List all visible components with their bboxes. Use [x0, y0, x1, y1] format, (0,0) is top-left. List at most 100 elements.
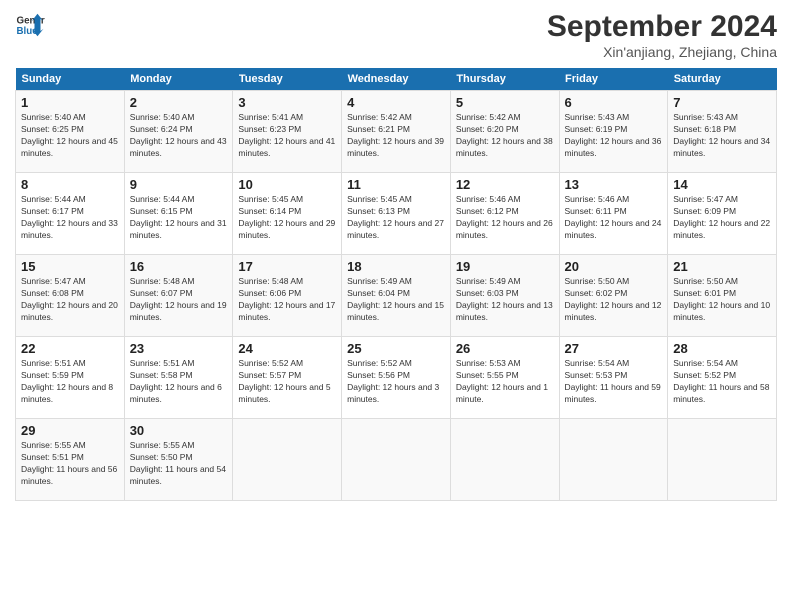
day-info: Sunrise: 5:45 AMSunset: 6:14 PMDaylight:…: [238, 194, 336, 242]
day-number: 19: [456, 259, 554, 274]
calendar-cell: 22 Sunrise: 5:51 AMSunset: 5:59 PMDayligh…: [16, 337, 125, 419]
day-number: 29: [21, 423, 119, 438]
calendar-cell: [342, 419, 451, 501]
header-thursday: Thursday: [450, 68, 559, 91]
header-wednesday: Wednesday: [342, 68, 451, 91]
header-sunday: Sunday: [16, 68, 125, 91]
header-saturday: Saturday: [668, 68, 777, 91]
day-number: 12: [456, 177, 554, 192]
day-number: 4: [347, 95, 445, 110]
header-monday: Monday: [124, 68, 233, 91]
calendar-cell: 20Sunrise: 5:50 AMSunset: 6:02 PMDayligh…: [559, 255, 668, 337]
header-tuesday: Tuesday: [233, 68, 342, 91]
location-subtitle: Xin'anjiang, Zhejiang, China: [547, 44, 777, 60]
calendar-week-4: 22 Sunrise: 5:51 AMSunset: 5:59 PMDayligh…: [16, 337, 777, 419]
day-number: 22: [21, 341, 119, 356]
day-number: 7: [673, 95, 771, 110]
day-number: 13: [565, 177, 663, 192]
day-info: Sunrise: 5:50 AMSunset: 6:01 PMDaylight:…: [673, 276, 771, 324]
day-info: Sunrise: 5:51 AMSunset: 5:58 PMDaylight:…: [130, 358, 228, 406]
day-info: Sunrise: 5:52 AMSunset: 5:57 PMDaylight:…: [238, 358, 336, 406]
day-number: 11: [347, 177, 445, 192]
day-number: 23: [130, 341, 228, 356]
day-info: Sunrise: 5:45 AMSunset: 6:13 PMDaylight:…: [347, 194, 445, 242]
day-info: Sunrise: 5:55 AMSunset: 5:50 PMDaylight:…: [130, 440, 228, 488]
day-number: 21: [673, 259, 771, 274]
day-number: 10: [238, 177, 336, 192]
day-number: 15: [21, 259, 119, 274]
calendar-cell: 28 Sunrise: 5:54 AMSunset: 5:52 PMDayligh…: [668, 337, 777, 419]
day-info: Sunrise: 5:40 AMSunset: 6:24 PMDaylight:…: [130, 112, 228, 160]
calendar-cell: [559, 419, 668, 501]
day-info: Sunrise: 5:46 AMSunset: 6:11 PMDaylight:…: [565, 194, 663, 242]
calendar-cell: 16 Sunrise: 5:48 AMSunset: 6:07 PMDayligh…: [124, 255, 233, 337]
day-number: 28: [673, 341, 771, 356]
day-info: Sunrise: 5:44 AMSunset: 6:15 PMDaylight:…: [130, 194, 228, 242]
day-info: Sunrise: 5:48 AMSunset: 6:07 PMDaylight:…: [130, 276, 228, 324]
day-number: 16: [130, 259, 228, 274]
day-number: 27: [565, 341, 663, 356]
calendar-cell: 23 Sunrise: 5:51 AMSunset: 5:58 PMDayligh…: [124, 337, 233, 419]
header-row: Sunday Monday Tuesday Wednesday Thursday…: [16, 68, 777, 91]
calendar-cell: 24 Sunrise: 5:52 AMSunset: 5:57 PMDayligh…: [233, 337, 342, 419]
day-number: 25: [347, 341, 445, 356]
day-info: Sunrise: 5:54 AMSunset: 5:53 PMDaylight:…: [565, 358, 663, 406]
calendar-week-5: 29Sunrise: 5:55 AMSunset: 5:51 PMDayligh…: [16, 419, 777, 501]
day-number: 9: [130, 177, 228, 192]
day-info: Sunrise: 5:43 AMSunset: 6:19 PMDaylight:…: [565, 112, 663, 160]
calendar-cell: 3 Sunrise: 5:41 AMSunset: 6:23 PMDaylight…: [233, 91, 342, 173]
day-number: 18: [347, 259, 445, 274]
day-info: Sunrise: 5:47 AMSunset: 6:09 PMDaylight:…: [673, 194, 771, 242]
calendar-cell: 8 Sunrise: 5:44 AMSunset: 6:17 PMDaylight…: [16, 173, 125, 255]
day-info: Sunrise: 5:40 AMSunset: 6:25 PMDaylight:…: [21, 112, 119, 160]
calendar-week-3: 15Sunrise: 5:47 AMSunset: 6:08 PMDayligh…: [16, 255, 777, 337]
logo: General Blue: [15, 10, 45, 40]
calendar-cell: 25Sunrise: 5:52 AMSunset: 5:56 PMDayligh…: [342, 337, 451, 419]
month-title: September 2024: [547, 10, 777, 44]
day-number: 6: [565, 95, 663, 110]
calendar-cell: 30 Sunrise: 5:55 AMSunset: 5:50 PMDayligh…: [124, 419, 233, 501]
calendar-cell: 10 Sunrise: 5:45 AMSunset: 6:14 PMDayligh…: [233, 173, 342, 255]
day-number: 8: [21, 177, 119, 192]
day-info: Sunrise: 5:51 AMSunset: 5:59 PMDaylight:…: [21, 358, 119, 406]
day-info: Sunrise: 5:43 AMSunset: 6:18 PMDaylight:…: [673, 112, 771, 160]
day-info: Sunrise: 5:48 AMSunset: 6:06 PMDaylight:…: [238, 276, 336, 324]
calendar-cell: [450, 419, 559, 501]
day-number: 1: [21, 95, 119, 110]
calendar-cell: 12 Sunrise: 5:46 AMSunset: 6:12 PMDayligh…: [450, 173, 559, 255]
calendar-cell: 27 Sunrise: 5:54 AMSunset: 5:53 PMDayligh…: [559, 337, 668, 419]
calendar-cell: 15Sunrise: 5:47 AMSunset: 6:08 PMDayligh…: [16, 255, 125, 337]
calendar-table: Sunday Monday Tuesday Wednesday Thursday…: [15, 68, 777, 501]
day-info: Sunrise: 5:46 AMSunset: 6:12 PMDaylight:…: [456, 194, 554, 242]
calendar-cell: 17Sunrise: 5:48 AMSunset: 6:06 PMDayligh…: [233, 255, 342, 337]
calendar-cell: 6 Sunrise: 5:43 AMSunset: 6:19 PMDaylight…: [559, 91, 668, 173]
day-info: Sunrise: 5:50 AMSunset: 6:02 PMDaylight:…: [565, 276, 663, 324]
svg-text:General: General: [17, 16, 46, 27]
day-info: Sunrise: 5:42 AMSunset: 6:21 PMDaylight:…: [347, 112, 445, 160]
logo-icon: General Blue: [15, 10, 45, 40]
calendar-cell: 4 Sunrise: 5:42 AMSunset: 6:21 PMDaylight…: [342, 91, 451, 173]
day-info: Sunrise: 5:44 AMSunset: 6:17 PMDaylight:…: [21, 194, 119, 242]
calendar-cell: 9 Sunrise: 5:44 AMSunset: 6:15 PMDaylight…: [124, 173, 233, 255]
day-info: Sunrise: 5:54 AMSunset: 5:52 PMDaylight:…: [673, 358, 771, 406]
calendar-cell: 1 Sunrise: 5:40 AMSunset: 6:25 PMDaylight…: [16, 91, 125, 173]
title-area: September 2024 Xin'anjiang, Zhejiang, Ch…: [547, 10, 777, 60]
calendar-cell: 7 Sunrise: 5:43 AMSunset: 6:18 PMDaylight…: [668, 91, 777, 173]
day-info: Sunrise: 5:42 AMSunset: 6:20 PMDaylight:…: [456, 112, 554, 160]
calendar-cell: 11 Sunrise: 5:45 AMSunset: 6:13 PMDayligh…: [342, 173, 451, 255]
calendar-week-2: 8 Sunrise: 5:44 AMSunset: 6:17 PMDaylight…: [16, 173, 777, 255]
header-friday: Friday: [559, 68, 668, 91]
calendar-cell: 19Sunrise: 5:49 AMSunset: 6:03 PMDayligh…: [450, 255, 559, 337]
day-number: 14: [673, 177, 771, 192]
calendar-cell: [233, 419, 342, 501]
day-number: 26: [456, 341, 554, 356]
page-container: General Blue September 2024 Xin'anjiang,…: [0, 0, 792, 511]
day-number: 30: [130, 423, 228, 438]
day-info: Sunrise: 5:41 AMSunset: 6:23 PMDaylight:…: [238, 112, 336, 160]
calendar-cell: 21 Sunrise: 5:50 AMSunset: 6:01 PMDayligh…: [668, 255, 777, 337]
calendar-cell: 5Sunrise: 5:42 AMSunset: 6:20 PMDaylight…: [450, 91, 559, 173]
calendar-cell: 2 Sunrise: 5:40 AMSunset: 6:24 PMDaylight…: [124, 91, 233, 173]
day-number: 3: [238, 95, 336, 110]
day-number: 24: [238, 341, 336, 356]
day-number: 2: [130, 95, 228, 110]
